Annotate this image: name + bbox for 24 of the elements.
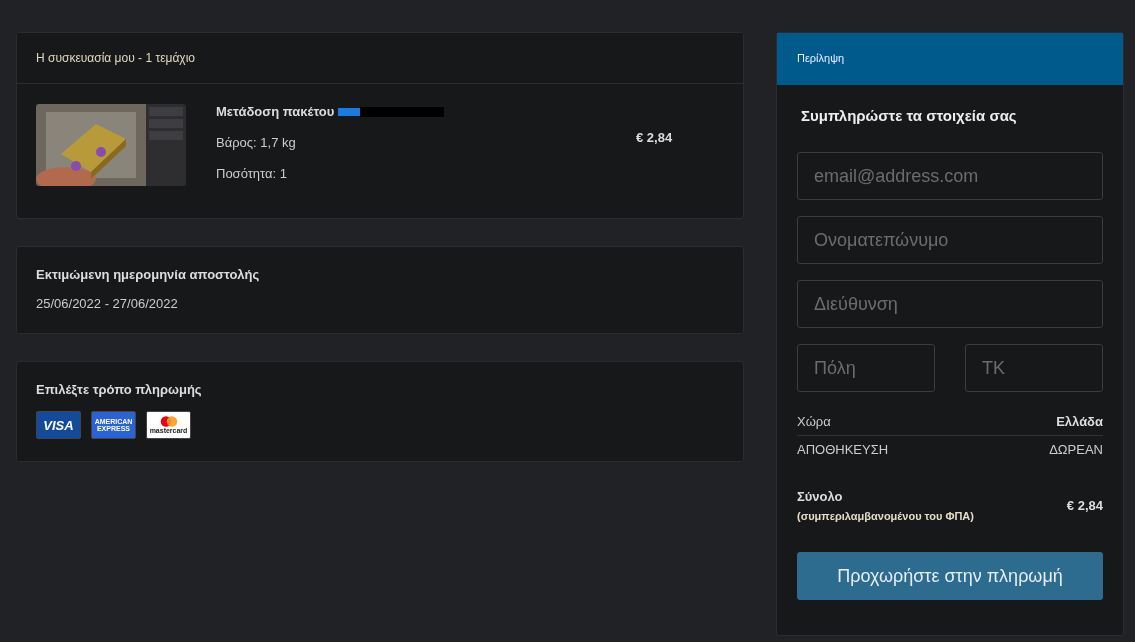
item-title: Μετάδοση πακέτου: [216, 104, 335, 119]
input-field[interactable]: Πόλη: [797, 344, 935, 392]
input-field[interactable]: Διεύθυνση: [797, 280, 1103, 328]
item-weight: Βάρος: 1,7 kg: [216, 135, 297, 150]
form-heading: Συμπληρώστε τα στοιχεία σας: [801, 107, 1018, 124]
delivery-title: Εκτιμώμενη ημερομηνία αποστολής: [36, 267, 261, 282]
card-header: Η συσκευασία μου - 1 τεμάχιο: [17, 33, 743, 84]
country-label: Χώρα: [797, 414, 831, 429]
storage-label: ΑΠΟΘΗΚΕΥΣΗ: [797, 442, 889, 457]
storage-value: ΔΩΡΕΑΝ: [1049, 442, 1103, 457]
total-value: € 2,84: [1066, 498, 1103, 513]
visa-logo[interactable]: VISA: [36, 411, 81, 439]
delivery-dates: 25/06/2022 - 27/06/2022: [36, 296, 179, 311]
total-label: Σύνολο: [797, 489, 844, 504]
summary-header: Περίληψη: [777, 33, 1123, 85]
pay-button[interactable]: Προχωρήστε στην πληρωμή: [797, 552, 1103, 600]
item-quantity: Ποσότητα: 1: [216, 166, 288, 181]
country-value: Ελλάδα: [1056, 414, 1103, 429]
input-field[interactable]: Ονοματεπώνυμο: [797, 216, 1103, 264]
payment-title: Επιλέξτε τρόπο πληρωμής: [36, 382, 203, 397]
input-field[interactable]: email@address.com: [797, 152, 1103, 200]
item-price: € 2,84: [636, 130, 673, 145]
vat-note: (συμπεριλαμβανομένου του ΦΠΑ): [797, 510, 974, 522]
input-field[interactable]: ΤΚ: [965, 344, 1103, 392]
